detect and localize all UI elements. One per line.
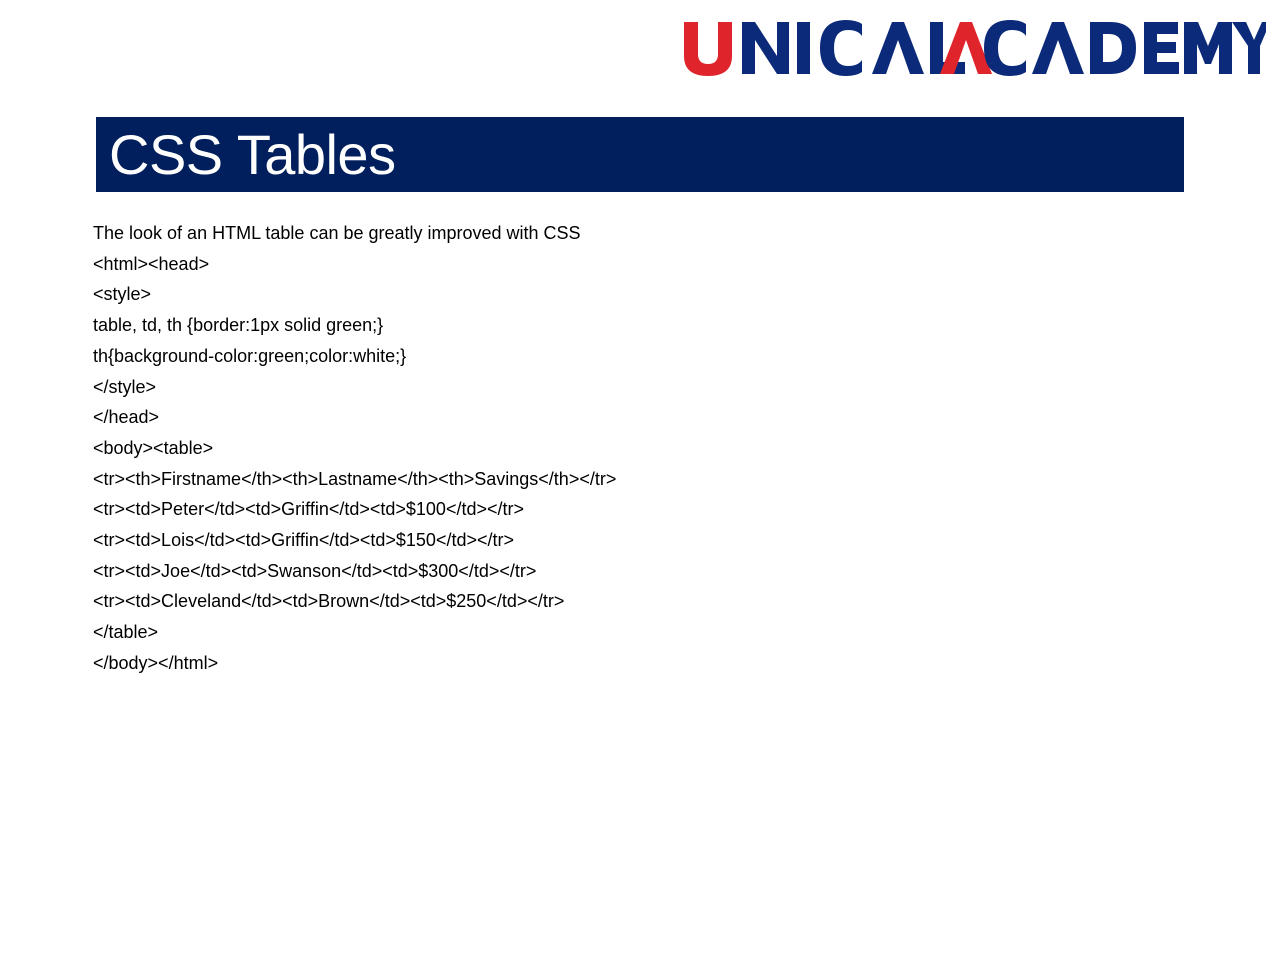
- logo-graphic: [684, 20, 1266, 76]
- code-line: </table>: [93, 622, 159, 643]
- code-line: <html><head>: [93, 253, 210, 274]
- code-line: <tr><td>Joe</td><td>Swanson</td><td>$300…: [93, 560, 537, 581]
- code-line: table, td, th {border:1px solid green;}: [93, 315, 384, 336]
- code-line: <style>: [93, 284, 152, 305]
- code-line: <tr><td>Peter</td><td>Griffin</td><td>$1…: [93, 499, 524, 520]
- slide-title: CSS Tables: [109, 123, 396, 186]
- slide: CSS Tables The look of an HTML table can…: [0, 0, 1280, 960]
- code-line: <body><table>: [93, 437, 214, 458]
- code-line: </style>: [93, 376, 157, 397]
- unical-academy-logo: [676, 14, 1266, 80]
- code-line: th{background-color:green;color:white;}: [93, 345, 407, 366]
- code-line: <tr><td>Cleveland</td><td>Brown</td><td>…: [93, 591, 565, 612]
- code-line: <tr><th>Firstname</th><th>Lastname</th><…: [93, 468, 617, 489]
- code-line: <tr><td>Lois</td><td>Griffin</td><td>$15…: [93, 530, 514, 551]
- code-line: </head>: [93, 407, 160, 428]
- code-line: </body></html>: [93, 652, 219, 673]
- title-bar: CSS Tables: [96, 117, 1184, 192]
- intro-text: The look of an HTML table can be greatly…: [93, 223, 581, 243]
- code-listing: The look of an HTML table can be greatly…: [93, 218, 616, 679]
